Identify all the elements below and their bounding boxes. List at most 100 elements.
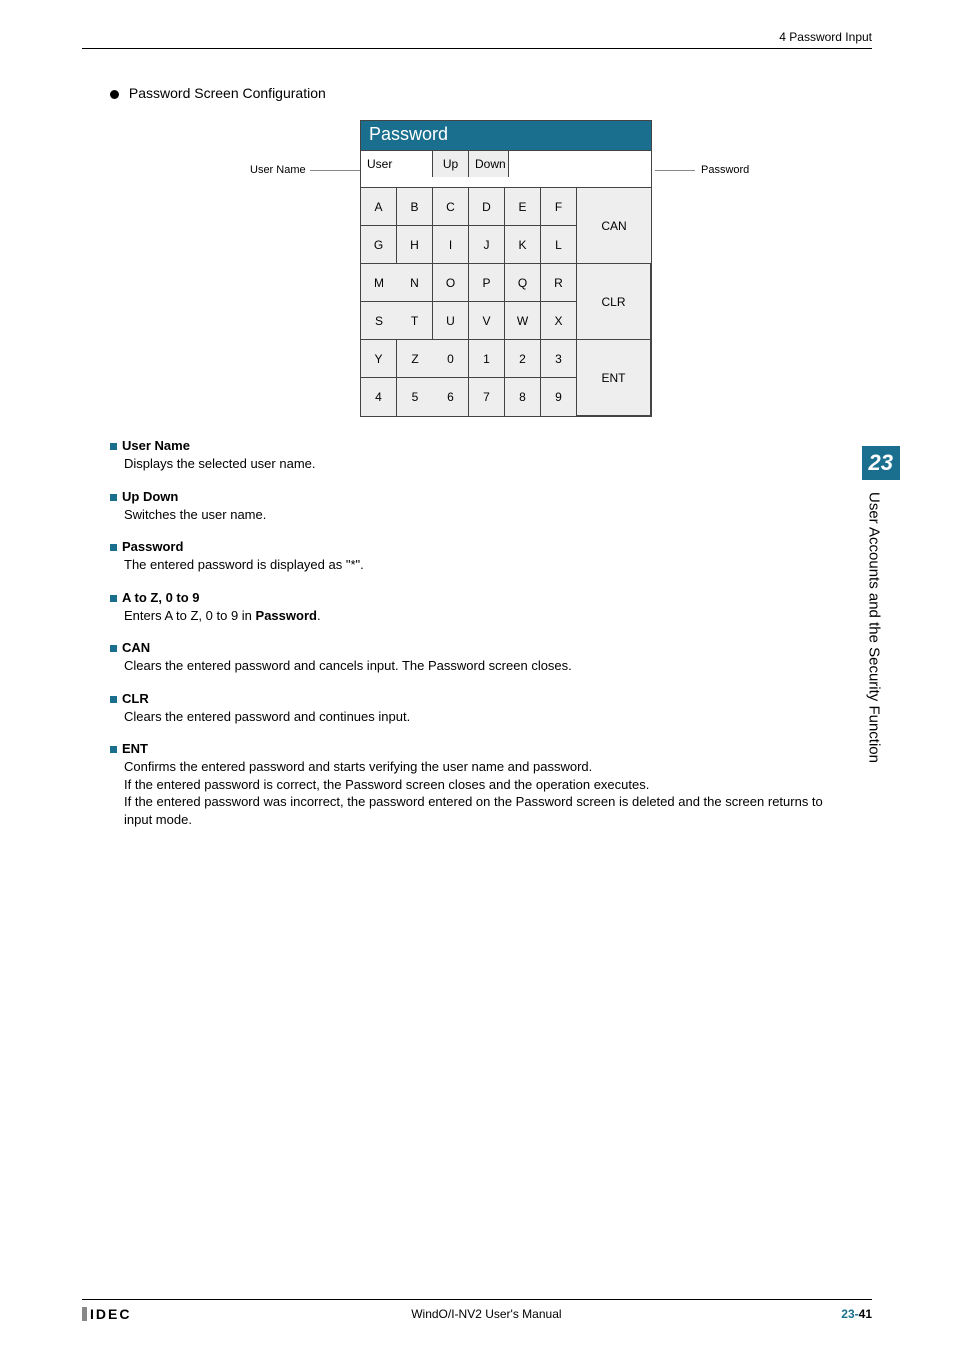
desc-line: If the entered password was incorrect, t… [124, 793, 834, 828]
desc-body: Clears the entered password and cancels … [110, 657, 834, 675]
desc-title: Password [122, 539, 183, 554]
key-5[interactable]: 5 [397, 378, 433, 416]
square-bullet-icon [110, 494, 117, 501]
brand-text: IDEC [90, 1306, 131, 1322]
desc-body: The entered password is displayed as "*"… [110, 556, 834, 574]
desc-text: . [317, 608, 321, 623]
desc-line: If the entered password is correct, the … [124, 776, 834, 794]
key-H[interactable]: H [397, 226, 433, 264]
key-T[interactable]: T [397, 302, 433, 340]
key-W[interactable]: W [505, 302, 541, 340]
leader-line-icon [655, 170, 695, 171]
desc-text: Enters A to Z, 0 to 9 in [124, 608, 256, 623]
key-G[interactable]: G [361, 226, 397, 264]
brand-logo: IDEC [82, 1306, 131, 1322]
can-button[interactable]: CAN [577, 188, 651, 264]
leader-password-label: Password [701, 164, 749, 176]
key-L[interactable]: L [541, 226, 577, 264]
page-prefix: 23- [841, 1307, 858, 1321]
chapter-tab: 23 User Accounts and the Security Functi… [862, 446, 900, 763]
desc-password: Password The entered password is display… [110, 539, 834, 574]
key-N[interactable]: N [397, 264, 433, 302]
panel-title: Password [361, 121, 651, 150]
keypad: A B C D E F CAN G H I J K L M N O P Q R … [361, 187, 651, 416]
section-heading: Password Screen Configuration [110, 85, 326, 101]
key-Y[interactable]: Y [361, 340, 397, 378]
desc-title: A to Z, 0 to 9 [122, 590, 200, 605]
square-bullet-icon [110, 544, 117, 551]
desc-ent: ENT Confirms the entered password and st… [110, 741, 834, 828]
desc-body: Displays the selected user name. [110, 455, 834, 473]
square-bullet-icon [110, 443, 117, 450]
key-Z[interactable]: Z [397, 340, 433, 378]
key-A[interactable]: A [361, 188, 397, 226]
key-4[interactable]: 4 [361, 378, 397, 416]
key-J[interactable]: J [469, 226, 505, 264]
key-S[interactable]: S [361, 302, 397, 340]
key-X[interactable]: X [541, 302, 577, 340]
desc-title: Up Down [122, 489, 178, 504]
desc-az09: A to Z, 0 to 9 Enters A to Z, 0 to 9 in … [110, 590, 834, 625]
clr-button[interactable]: CLR [577, 264, 651, 340]
chapter-title: User Accounts and the Security Function [862, 480, 883, 763]
key-E[interactable]: E [505, 188, 541, 226]
section-title: Password Screen Configuration [129, 85, 326, 101]
down-button[interactable]: Down [469, 151, 509, 177]
key-P[interactable]: P [469, 264, 505, 302]
brand-bar-icon [82, 1307, 87, 1321]
key-V[interactable]: V [469, 302, 505, 340]
header-breadcrumb: 4 Password Input [779, 30, 872, 44]
key-7[interactable]: 7 [469, 378, 505, 416]
user-name-field: User [361, 151, 433, 177]
square-bullet-icon [110, 645, 117, 652]
key-9[interactable]: 9 [541, 378, 577, 416]
key-U[interactable]: U [433, 302, 469, 340]
desc-body: Switches the user name. [110, 506, 834, 524]
square-bullet-icon [110, 595, 117, 602]
leader-line-icon [310, 170, 365, 171]
desc-title: CAN [122, 640, 150, 655]
key-B[interactable]: B [397, 188, 433, 226]
desc-updown: Up Down Switches the user name. [110, 489, 834, 524]
key-F[interactable]: F [541, 188, 577, 226]
desc-body: Clears the entered password and continue… [110, 708, 834, 726]
header-rule [82, 48, 872, 49]
manual-title: WindO/I-NV2 User's Manual [411, 1307, 561, 1321]
bullet-icon [110, 90, 119, 99]
key-3[interactable]: 3 [541, 340, 577, 378]
chapter-number: 23 [862, 446, 900, 480]
desc-body: Enters A to Z, 0 to 9 in Password. [110, 607, 834, 625]
key-6[interactable]: 6 [433, 378, 469, 416]
desc-title: User Name [122, 438, 190, 453]
desc-bold: Password [256, 608, 317, 623]
key-D[interactable]: D [469, 188, 505, 226]
ent-button[interactable]: ENT [577, 340, 651, 416]
user-row: User Up Down [361, 150, 651, 177]
desc-clr: CLR Clears the entered password and cont… [110, 691, 834, 726]
desc-title: CLR [122, 691, 149, 706]
up-button[interactable]: Up [433, 151, 469, 177]
desc-can: CAN Clears the entered password and canc… [110, 640, 834, 675]
key-C[interactable]: C [433, 188, 469, 226]
password-panel: Password User Up Down A B C D E F CAN G … [360, 120, 652, 417]
leader-username: User Name [250, 164, 365, 176]
leader-password: Password [655, 164, 749, 176]
key-1[interactable]: 1 [469, 340, 505, 378]
desc-username: User Name Displays the selected user nam… [110, 438, 834, 473]
key-0[interactable]: 0 [433, 340, 469, 378]
leader-username-label: User Name [250, 164, 306, 176]
key-M[interactable]: M [361, 264, 397, 302]
desc-title: ENT [122, 741, 148, 756]
key-Q[interactable]: Q [505, 264, 541, 302]
password-field [509, 151, 651, 177]
key-R[interactable]: R [541, 264, 577, 302]
square-bullet-icon [110, 696, 117, 703]
key-I[interactable]: I [433, 226, 469, 264]
key-K[interactable]: K [505, 226, 541, 264]
page-num: 41 [859, 1307, 872, 1321]
key-8[interactable]: 8 [505, 378, 541, 416]
desc-body: Confirms the entered password and starts… [110, 758, 834, 828]
key-2[interactable]: 2 [505, 340, 541, 378]
square-bullet-icon [110, 746, 117, 753]
key-O[interactable]: O [433, 264, 469, 302]
